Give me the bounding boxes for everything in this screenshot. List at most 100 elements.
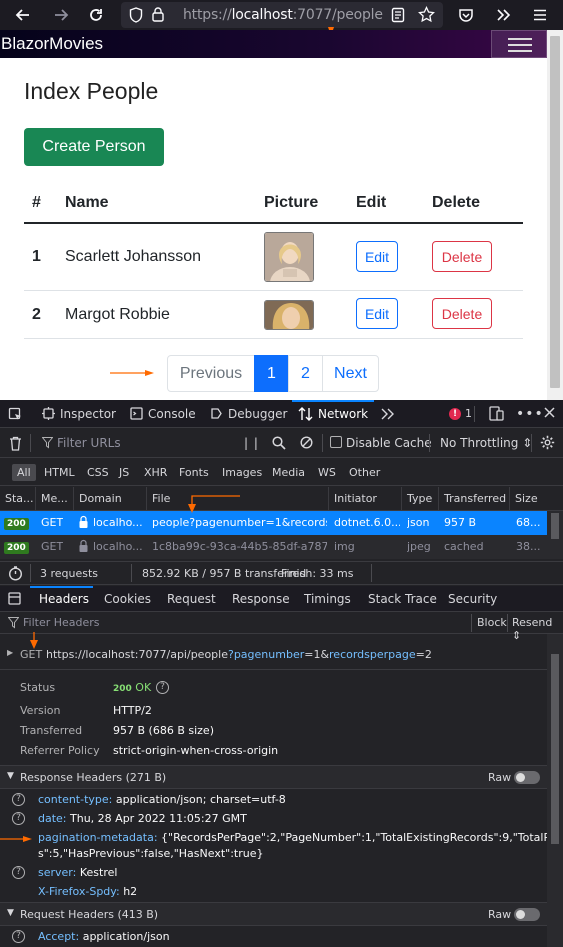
request-table-header: Sta... Me... Domain File Initiator Type … [0, 487, 563, 511]
column-header-number: # [32, 194, 41, 211]
column-domain[interactable]: Domain [74, 487, 147, 511]
filter-ws[interactable]: WS [318, 466, 336, 479]
request-row[interactable]: 200 GET localho... 1c8ba99c-93ca-44b5-85… [0, 535, 547, 559]
delete-button[interactable]: Delete [432, 241, 492, 272]
filter-fonts[interactable]: Fonts [179, 466, 209, 479]
tab-cookies[interactable]: Cookies [104, 592, 151, 606]
trash-icon[interactable] [9, 436, 22, 451]
throttling-select[interactable]: No Throttling ⇕ [440, 436, 532, 450]
column-initiator[interactable]: Initiator [329, 487, 402, 511]
filter-urls-input[interactable]: Filter URLs [57, 436, 121, 450]
next-page-button[interactable]: Next [322, 355, 379, 392]
request-url-line[interactable]: ▶ GET https://localhost:7077/api/people?… [0, 645, 547, 665]
edit-button[interactable]: Edit [356, 298, 398, 329]
help-icon[interactable]: ? [12, 930, 25, 943]
request-method: GET [41, 540, 64, 553]
scrollbar-thumb[interactable] [551, 654, 559, 844]
error-counter[interactable]: ! 1 [449, 407, 472, 420]
tab-response[interactable]: Response [232, 592, 290, 606]
raw-toggle[interactable] [514, 771, 540, 784]
column-method[interactable]: Me... [36, 487, 74, 511]
tab-stack-trace[interactable]: Stack Trace [368, 592, 437, 606]
filter-other[interactable]: Other [349, 466, 380, 479]
reader-view-icon[interactable] [391, 7, 405, 23]
transferred-value: 957 B (686 B size) [113, 724, 214, 737]
tab-security[interactable]: Security [448, 592, 497, 606]
help-icon[interactable]: ? [12, 866, 25, 879]
scrollbar-thumb[interactable] [551, 513, 559, 539]
page-2-button[interactable]: 2 [288, 355, 323, 392]
column-size[interactable]: Size [510, 487, 547, 511]
divider [30, 434, 31, 452]
search-icon[interactable] [272, 436, 286, 450]
pocket-icon[interactable] [455, 4, 477, 26]
column-transferred[interactable]: Transferred [439, 487, 510, 511]
timer-icon[interactable] [8, 566, 23, 581]
expand-triangle-icon[interactable]: ▶ [7, 648, 13, 657]
previous-page-button[interactable]: Previous [167, 355, 255, 392]
more-options-icon[interactable]: ••• [516, 406, 544, 422]
filter-images[interactable]: Images [222, 466, 262, 479]
create-person-button[interactable]: Create Person [24, 128, 164, 166]
element-picker-icon[interactable] [8, 407, 23, 422]
column-header-edit: Edit [356, 194, 387, 211]
block-button[interactable]: Block [477, 616, 507, 629]
more-tabs-chevrons-icon[interactable] [381, 408, 394, 420]
block-icon[interactable] [300, 436, 313, 449]
brand-link[interactable]: BlazorMovies [1, 34, 103, 54]
back-arrow-icon[interactable] [12, 4, 34, 26]
tab-debugger[interactable]: Debugger [210, 400, 287, 427]
tab-network[interactable]: Network [298, 400, 368, 427]
navbar-toggler-button[interactable] [491, 30, 547, 58]
overflow-chevrons-icon[interactable] [493, 4, 515, 26]
scrollbar-thumb[interactable] [550, 36, 560, 388]
reload-icon[interactable] [85, 4, 107, 26]
page-scrollbar[interactable] [547, 30, 563, 400]
url-text[interactable]: https://localhost:7077/people [183, 7, 383, 23]
filter-headers-bar: Filter Headers Block Resend ⇕ [0, 612, 563, 642]
disable-cache-checkbox[interactable] [330, 436, 342, 448]
filter-css[interactable]: CSS [87, 466, 109, 479]
forward-arrow-icon[interactable] [50, 4, 72, 26]
tab-console[interactable]: Console [130, 400, 196, 427]
close-icon[interactable] [543, 406, 556, 419]
help-icon[interactable]: ? [12, 793, 25, 806]
filter-headers-input[interactable]: Filter Headers [23, 616, 100, 629]
toggle-sidebar-icon[interactable] [8, 592, 21, 605]
filter-xhr[interactable]: XHR [144, 466, 167, 479]
request-list-scrollbar[interactable] [547, 511, 563, 559]
response-headers-section[interactable]: ▼ Response Headers (271 B) Raw [0, 765, 547, 789]
column-status[interactable]: Sta... [0, 487, 36, 511]
help-icon[interactable]: ? [12, 812, 25, 825]
bookmark-star-icon[interactable] [418, 6, 435, 23]
devtools-panel: Inspector Console Debugger Network ! 1 •… [0, 400, 563, 947]
tab-inspector[interactable]: Inspector [42, 400, 116, 427]
header-row: server: Kestrel [38, 866, 118, 879]
details-scrollbar[interactable] [547, 634, 563, 947]
raw-toggle[interactable] [514, 908, 540, 921]
pause-icon[interactable]: | | [244, 436, 259, 450]
filter-html[interactable]: HTML [44, 466, 75, 479]
help-icon[interactable]: ? [156, 681, 169, 694]
menu-icon[interactable] [529, 4, 551, 26]
shield-icon[interactable] [129, 7, 143, 23]
page-1-button[interactable]: 1 [254, 355, 289, 392]
filter-all[interactable]: All [12, 464, 36, 481]
request-row-selected[interactable]: 200 GET localho... people?pagenumber=1&r… [0, 511, 547, 535]
url-bar[interactable]: https://localhost:7077/people [121, 2, 443, 28]
tab-request[interactable]: Request [167, 592, 216, 606]
delete-button[interactable]: Delete [432, 298, 492, 329]
edit-button[interactable]: Edit [356, 241, 398, 272]
gear-icon[interactable] [540, 435, 555, 450]
filter-js[interactable]: JS [119, 466, 129, 479]
tab-timings[interactable]: Timings [304, 592, 351, 606]
request-headers-section[interactable]: ▼ Request Headers (413 B) Raw [0, 902, 547, 926]
column-type[interactable]: Type [402, 487, 439, 511]
lock-icon[interactable] [151, 6, 165, 23]
responsive-design-icon[interactable] [489, 406, 504, 421]
tab-headers[interactable]: Headers [39, 592, 89, 606]
filter-media[interactable]: Media [272, 466, 305, 479]
url-prefix: https:// [183, 7, 232, 23]
request-headers-title: Request Headers (413 B) [20, 908, 159, 921]
details-tabbar: Headers Cookies Request Response Timings… [0, 586, 563, 612]
